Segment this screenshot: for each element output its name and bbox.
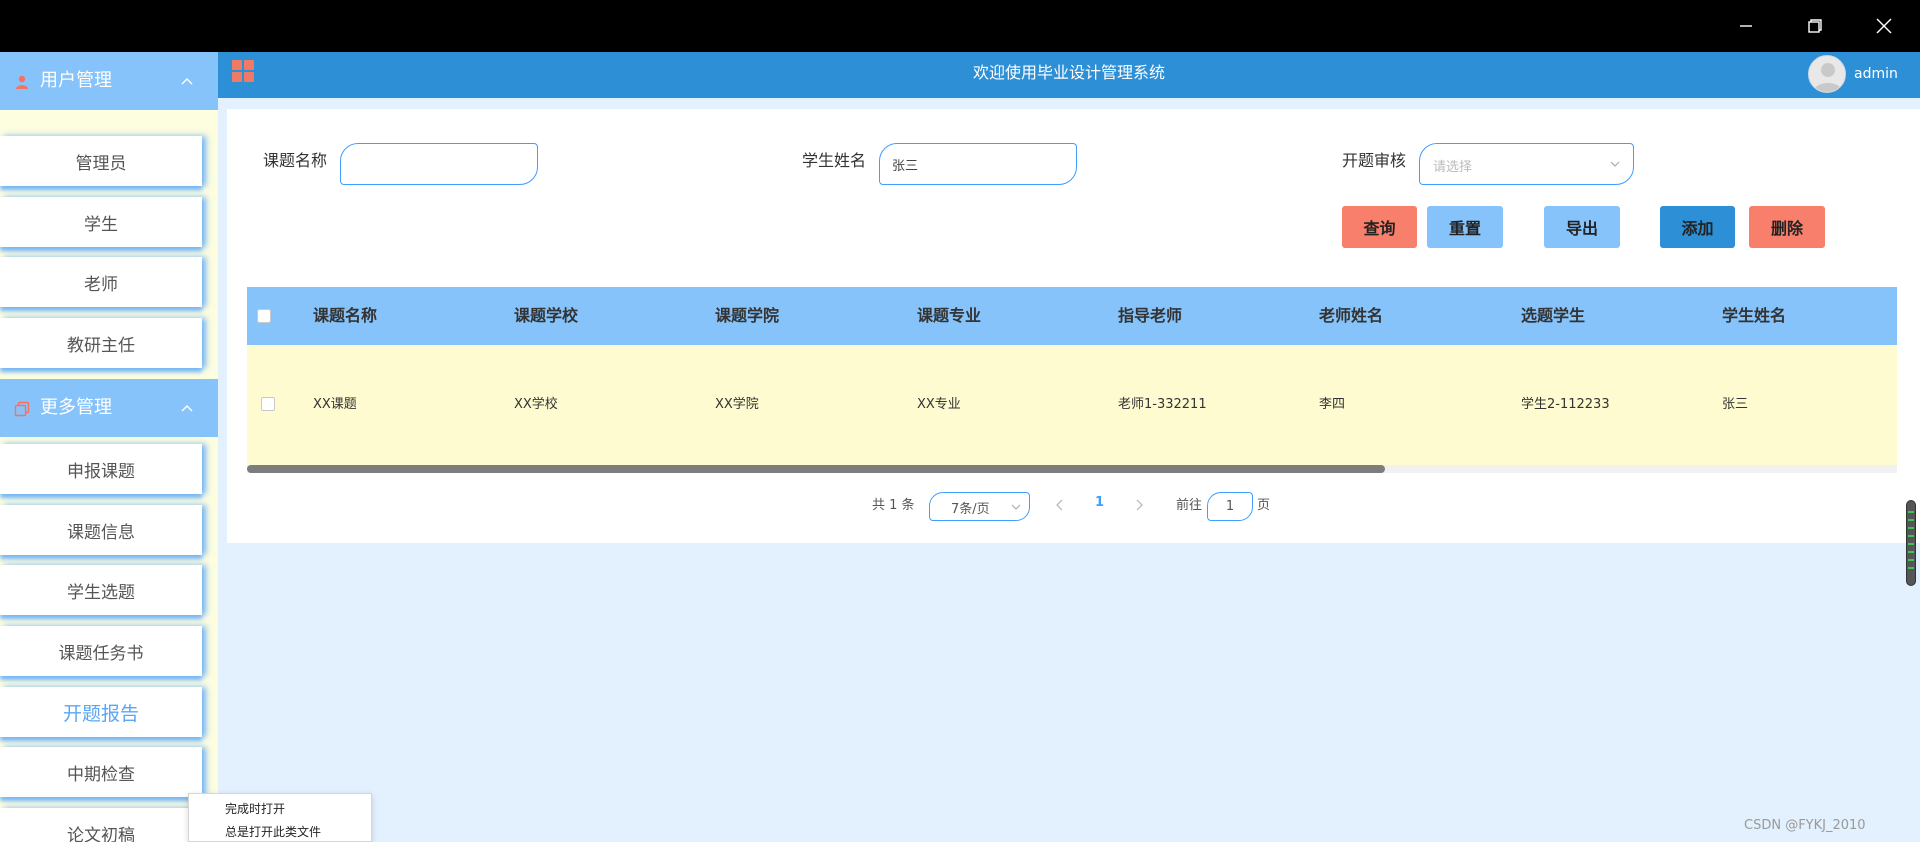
- avatar[interactable]: [1808, 55, 1846, 93]
- select-placeholder: 请选择: [1433, 160, 1473, 175]
- prev-page-icon[interactable]: [1053, 498, 1067, 512]
- page-suffix-label: 页: [1257, 498, 1271, 513]
- sidebar-group-label: 用户管理: [40, 70, 112, 91]
- close-icon[interactable]: [1850, 0, 1918, 52]
- sidebar-item-thesis-draft[interactable]: 论文初稿: [0, 808, 202, 842]
- delete-button[interactable]: 删除: [1749, 206, 1825, 248]
- sidebar-group-more-management[interactable]: 更多管理: [0, 379, 218, 437]
- add-button[interactable]: 添加: [1660, 206, 1735, 248]
- column-header[interactable]: 指导老师: [1118, 304, 1182, 328]
- sidebar-item-declare-topic[interactable]: 申报课题: [0, 444, 202, 494]
- page-size-value: 7条/页: [951, 502, 990, 517]
- chevron-up-icon: [181, 405, 193, 412]
- sidebar-item-opening-report[interactable]: 开题报告: [0, 687, 202, 737]
- sidebar-item-student[interactable]: 学生: [0, 197, 202, 247]
- current-page-number[interactable]: 1: [1095, 495, 1104, 510]
- sidebar-item-topic-info[interactable]: 课题信息: [0, 505, 202, 555]
- chevron-down-icon: [1610, 161, 1620, 167]
- table-row[interactable]: XX课题 XX学校 XX学院 XX专业 老师1-332211 李四 学生2-11…: [247, 345, 1897, 465]
- topic-name-input[interactable]: [340, 143, 538, 185]
- column-header[interactable]: 课题专业: [917, 304, 981, 328]
- window-titlebar: [0, 0, 1920, 52]
- column-header[interactable]: 学生姓名: [1722, 304, 1786, 328]
- query-button[interactable]: 查询: [1342, 206, 1417, 248]
- sidebar-item-task-book[interactable]: 课题任务书: [0, 626, 202, 676]
- chevron-down-icon: [1011, 504, 1021, 510]
- column-header[interactable]: 选题学生: [1521, 304, 1585, 328]
- sidebar-item-midterm-check[interactable]: 中期检查: [0, 747, 202, 797]
- next-page-icon[interactable]: [1132, 498, 1146, 512]
- sidebar-group-user-management[interactable]: 用户管理: [0, 52, 218, 110]
- menu-item-open-when-done[interactable]: 完成时打开: [225, 801, 285, 817]
- restore-icon[interactable]: [1781, 0, 1849, 52]
- username[interactable]: admin: [1854, 64, 1898, 84]
- menu-item-always-open-type[interactable]: 总是打开此类文件: [225, 824, 321, 840]
- opening-review-label: 开题审核: [1342, 151, 1407, 170]
- column-header[interactable]: 课题学院: [715, 304, 779, 328]
- scrollbar-thumb[interactable]: [247, 465, 1385, 473]
- export-button[interactable]: 导出: [1544, 206, 1620, 248]
- row-checkbox[interactable]: [261, 397, 275, 411]
- watermark: CSDN @FYKJ_2010: [1744, 818, 1866, 833]
- student-name-label: 学生姓名: [802, 151, 867, 170]
- student-name-input[interactable]: [879, 143, 1077, 185]
- table-cell: XX专业: [917, 397, 961, 412]
- user-avatar-icon: [1814, 63, 1842, 92]
- opening-review-select[interactable]: 请选择: [1419, 143, 1634, 185]
- select-all-checkbox[interactable]: [257, 309, 271, 323]
- grid-menu-icon[interactable]: [232, 60, 256, 84]
- table-cell: XX学校: [514, 397, 558, 412]
- column-header[interactable]: 课题学校: [514, 304, 578, 328]
- table-header: 课题名称 课题学校 课题学院 课题专业 指导老师 老师姓名 选题学生 学生姓名: [247, 287, 1897, 345]
- table-cell: 学生2-112233: [1521, 397, 1610, 412]
- minimize-icon[interactable]: [1712, 0, 1780, 52]
- column-header[interactable]: 老师姓名: [1319, 304, 1383, 328]
- vertical-scrollbar[interactable]: [1906, 500, 1916, 586]
- sidebar-item-research-director[interactable]: 教研主任: [0, 318, 202, 368]
- goto-page-input[interactable]: [1207, 492, 1253, 521]
- top-header: 欢迎使用毕业设计管理系统 admin: [218, 52, 1920, 98]
- table-cell: XX学院: [715, 397, 759, 412]
- page-title: 欢迎使用毕业设计管理系统: [972, 63, 1165, 82]
- sidebar-group-label: 更多管理: [40, 397, 112, 418]
- content-card: 课题名称 学生姓名 开题审核 请选择 查询 重置 导出 添加 删除 课题名称 课…: [227, 109, 1920, 543]
- sidebar-item-admin[interactable]: 管理员: [0, 136, 202, 186]
- download-context-menu: 完成时打开 总是打开此类文件: [188, 793, 372, 842]
- pagination-total: 共 1 条: [872, 498, 915, 513]
- table-cell: XX课题: [313, 397, 357, 412]
- table-cell: 张三: [1722, 397, 1749, 412]
- copy-icon: [14, 401, 30, 417]
- user-icon: [16, 75, 28, 89]
- topic-name-label: 课题名称: [263, 151, 328, 170]
- table-cell: 老师1-332211: [1118, 397, 1207, 412]
- sidebar-item-student-topic-selection[interactable]: 学生选题: [0, 565, 202, 615]
- page-size-select[interactable]: 7条/页: [929, 492, 1030, 521]
- table-cell: 李四: [1319, 397, 1346, 412]
- column-header[interactable]: 课题名称: [313, 304, 377, 328]
- goto-label: 前往: [1176, 498, 1203, 513]
- sidebar: 用户管理 管理员 学生 老师 教研主任 更多管理 申报课题 课题信息 学生选题 …: [0, 52, 218, 842]
- reset-button[interactable]: 重置: [1427, 206, 1503, 248]
- horizontal-scrollbar[interactable]: [247, 465, 1897, 473]
- chevron-up-icon: [181, 78, 193, 85]
- sidebar-item-teacher[interactable]: 老师: [0, 257, 202, 307]
